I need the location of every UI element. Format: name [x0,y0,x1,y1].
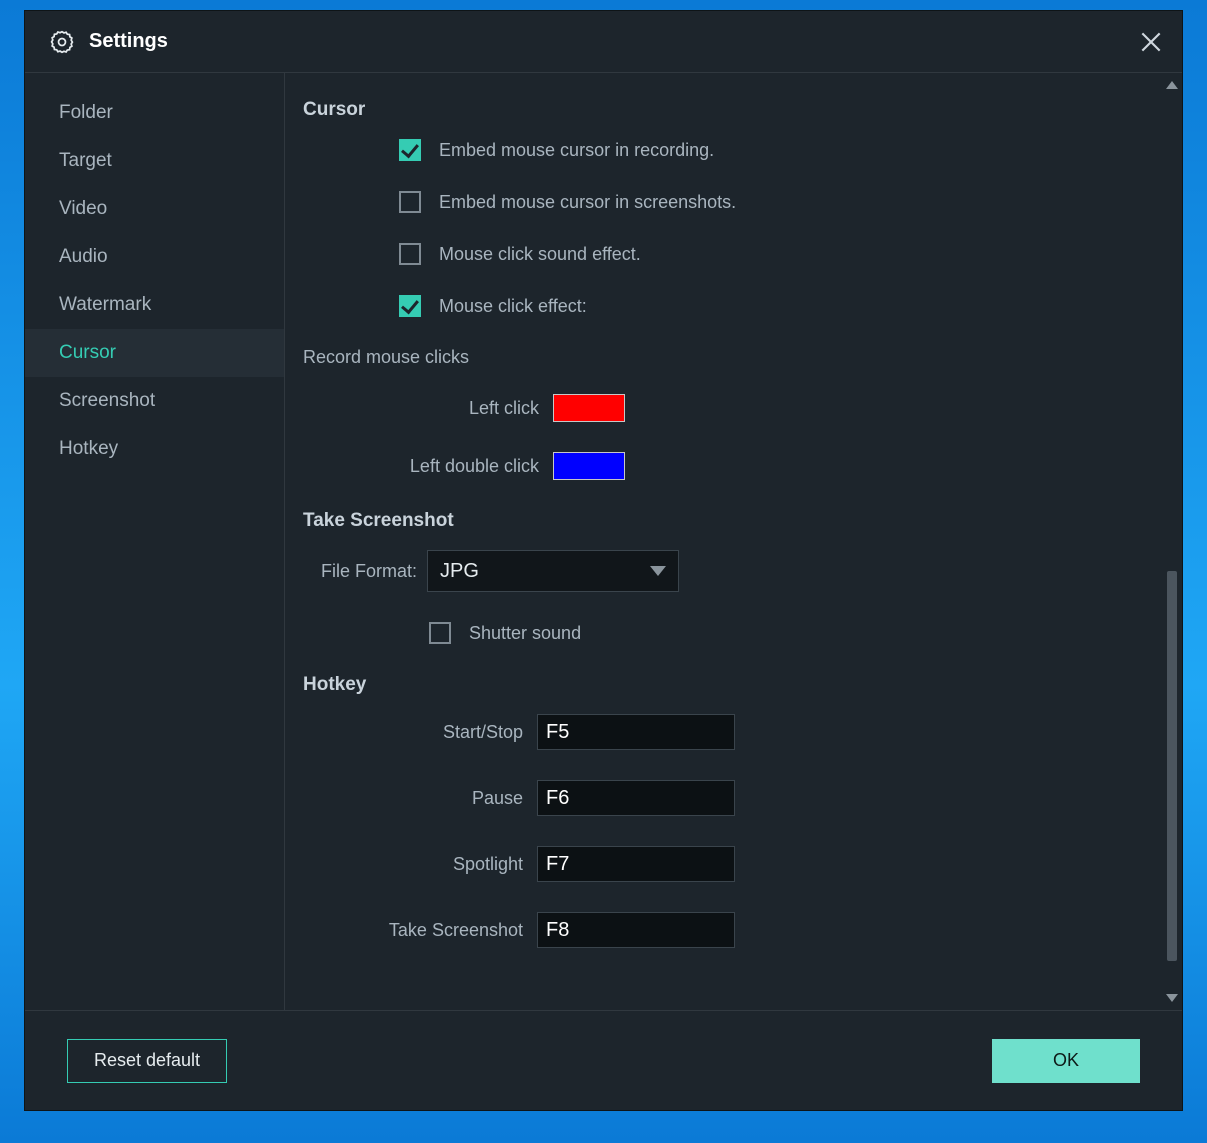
sidebar-item-target[interactable]: Target [25,137,284,185]
left-double-click-color-swatch[interactable] [553,452,625,480]
file-format-select[interactable]: JPG [427,550,679,592]
close-icon[interactable] [1138,29,1164,55]
left-click-row: Left click [303,394,1148,422]
left-double-click-label: Left double click [303,456,553,477]
hotkey-row-pause: Pause [303,780,1148,816]
option-label: Embed mouse cursor in screenshots. [439,192,736,213]
file-format-value: JPG [440,560,479,583]
option-label: Shutter sound [469,623,581,644]
scrollbar-thumb[interactable] [1167,571,1177,961]
hotkey-row-start-stop: Start/Stop [303,714,1148,750]
sidebar-item-watermark[interactable]: Watermark [25,281,284,329]
option-label: Mouse click effect: [439,296,587,317]
sidebar-item-folder[interactable]: Folder [25,89,284,137]
reset-default-button[interactable]: Reset default [67,1039,227,1083]
sidebar: Folder Target Video Audio Watermark Curs… [25,73,285,1010]
section-title-cursor: Cursor [303,99,1148,121]
file-format-row: File Format: JPG [303,550,1148,592]
option-label: Mouse click sound effect. [439,244,641,265]
gear-icon [49,29,75,55]
option-shutter-sound: Shutter sound [429,622,1148,644]
footer: Reset default OK [25,1010,1182,1110]
checkbox-click-sound[interactable] [399,243,421,265]
sidebar-item-hotkey[interactable]: Hotkey [25,425,284,473]
hotkey-row-take-screenshot: Take Screenshot [303,912,1148,948]
checkbox-embed-cursor-recording[interactable] [399,139,421,161]
option-embed-cursor-recording: Embed mouse cursor in recording. [399,139,1148,161]
hotkey-input-start-stop[interactable] [537,714,735,750]
section-title-screenshot: Take Screenshot [303,510,1148,532]
sidebar-item-screenshot[interactable]: Screenshot [25,377,284,425]
sidebar-item-cursor[interactable]: Cursor [25,329,284,377]
file-format-label: File Format: [303,561,427,582]
hotkey-row-spotlight: Spotlight [303,846,1148,882]
hotkey-label: Pause [303,788,537,809]
hotkey-label: Take Screenshot [303,920,537,941]
scroll-down-icon[interactable] [1166,994,1178,1002]
checkbox-embed-cursor-screenshots[interactable] [399,191,421,213]
chevron-down-icon [650,566,666,576]
hotkey-input-spotlight[interactable] [537,846,735,882]
option-click-effect: Mouse click effect: [399,295,1148,317]
hotkey-input-pause[interactable] [537,780,735,816]
window-title: Settings [89,30,1138,53]
checkbox-shutter-sound[interactable] [429,622,451,644]
titlebar: Settings [25,11,1182,73]
scroll-up-icon[interactable] [1166,81,1178,89]
option-click-sound: Mouse click sound effect. [399,243,1148,265]
left-double-click-row: Left double click [303,452,1148,480]
left-click-label: Left click [303,398,553,419]
hotkey-input-take-screenshot[interactable] [537,912,735,948]
hotkey-label: Start/Stop [303,722,537,743]
content-wrap: Cursor Embed mouse cursor in recording. … [285,73,1182,1010]
hotkey-label: Spotlight [303,854,537,875]
record-clicks-header: Record mouse clicks [303,347,1148,368]
section-title-hotkey: Hotkey [303,674,1148,696]
sidebar-item-video[interactable]: Video [25,185,284,233]
content-panel: Cursor Embed mouse cursor in recording. … [285,73,1182,1010]
checkbox-click-effect[interactable] [399,295,421,317]
option-label: Embed mouse cursor in recording. [439,140,714,161]
body: Folder Target Video Audio Watermark Curs… [25,73,1182,1010]
left-click-color-swatch[interactable] [553,394,625,422]
ok-button[interactable]: OK [992,1039,1140,1083]
sidebar-item-audio[interactable]: Audio [25,233,284,281]
settings-window: Settings Folder Target Video Audio Water… [24,10,1183,1111]
scrollbar[interactable] [1164,81,1180,1002]
option-embed-cursor-screenshots: Embed mouse cursor in screenshots. [399,191,1148,213]
